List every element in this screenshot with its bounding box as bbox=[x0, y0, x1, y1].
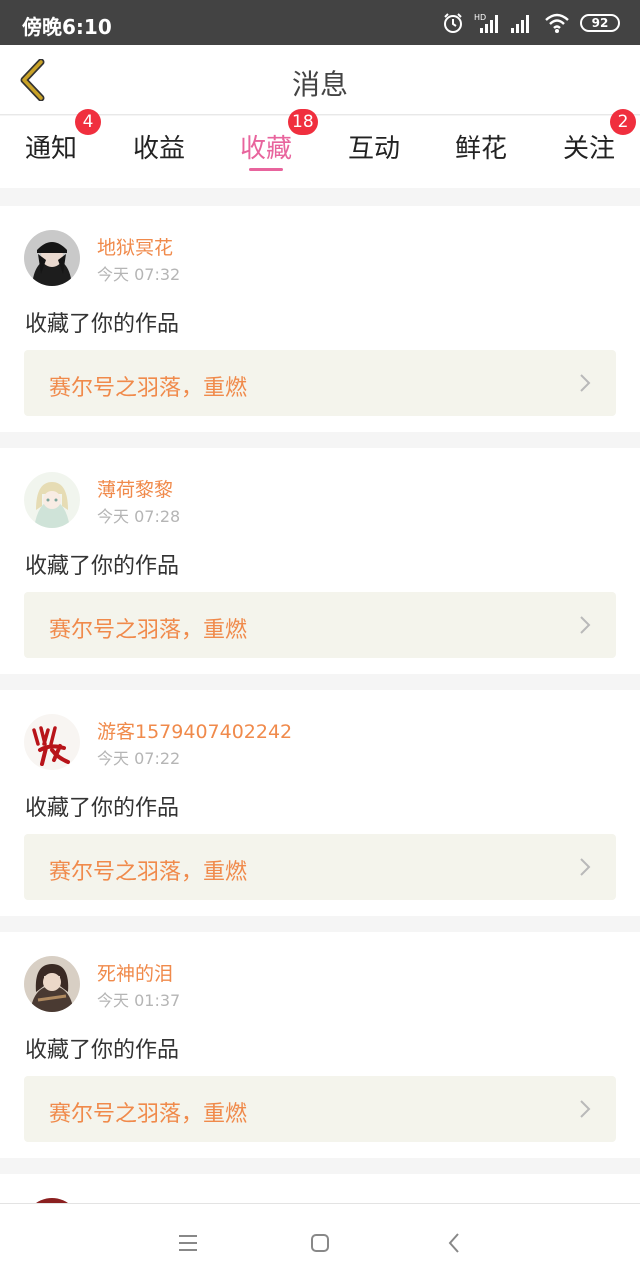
menu-icon bbox=[179, 1235, 197, 1251]
work-link[interactable]: 赛尔号之羽落，重燃 bbox=[24, 834, 616, 900]
badge-count: 18 bbox=[288, 109, 318, 135]
avatar[interactable] bbox=[24, 472, 80, 528]
status-icons: HD 92 bbox=[442, 10, 620, 36]
system-nav-bar bbox=[0, 1203, 640, 1280]
avatar[interactable] bbox=[24, 956, 80, 1012]
tab-bar: 通知 4 收益 收藏 18 互动 鲜花 关注 2 bbox=[0, 109, 640, 188]
timestamp: 今天 07:22 bbox=[97, 749, 181, 768]
status-bar: 傍晚6:10 HD 92 bbox=[0, 0, 640, 45]
avatar[interactable] bbox=[24, 230, 80, 286]
tab-label: 互动 bbox=[347, 134, 400, 164]
chevron-right-icon bbox=[580, 1100, 591, 1118]
work-link[interactable]: 赛尔号之羽落，重燃 bbox=[24, 592, 616, 658]
action-text: 收藏了你的作品 bbox=[25, 312, 180, 337]
signal-icon bbox=[511, 15, 529, 33]
tab-interactions[interactable]: 互动 bbox=[324, 116, 424, 188]
username[interactable]: 死神的泪 bbox=[97, 959, 173, 986]
battery-icon: 92 bbox=[580, 14, 620, 32]
tab-notifications[interactable]: 通知 4 bbox=[1, 109, 101, 188]
message-card: 薄荷黎黎 今天 07:28 收藏了你的作品 赛尔号之羽落，重燃 bbox=[0, 448, 640, 674]
work-title: 赛尔号之羽落，重燃 bbox=[49, 618, 248, 643]
tab-earnings[interactable]: 收益 bbox=[109, 116, 209, 188]
avatar[interactable] bbox=[24, 714, 80, 770]
hd-signal-icon: HD bbox=[474, 13, 498, 33]
back-icon bbox=[448, 1233, 459, 1253]
work-title: 赛尔号之羽落，重燃 bbox=[49, 376, 248, 401]
username[interactable]: 薄荷黎黎 bbox=[97, 475, 173, 502]
timestamp: 今天 01:37 bbox=[97, 991, 181, 1010]
username[interactable]: 地狱冥花 bbox=[97, 233, 173, 260]
timestamp: 今天 07:28 bbox=[97, 507, 181, 526]
chevron-right-icon bbox=[580, 858, 591, 876]
badge-count: 4 bbox=[75, 109, 101, 135]
tab-favorites[interactable]: 收藏 18 bbox=[216, 109, 318, 188]
action-text: 收藏了你的作品 bbox=[25, 796, 180, 821]
tab-follows[interactable]: 关注 2 bbox=[539, 109, 639, 188]
svg-text:HD: HD bbox=[474, 13, 486, 22]
work-title: 赛尔号之羽落，重燃 bbox=[49, 860, 248, 885]
home-icon bbox=[311, 1234, 329, 1252]
wifi-icon bbox=[545, 13, 569, 33]
tab-flowers[interactable]: 鲜花 bbox=[431, 116, 531, 188]
back-nav-button[interactable] bbox=[439, 1228, 469, 1258]
action-text: 收藏了你的作品 bbox=[25, 1038, 180, 1063]
tab-label: 鲜花 bbox=[454, 134, 507, 164]
work-link[interactable]: 赛尔号之羽落，重燃 bbox=[24, 350, 616, 416]
header: 消息 bbox=[0, 45, 640, 115]
chevron-right-icon bbox=[580, 374, 591, 392]
home-button[interactable] bbox=[305, 1228, 335, 1258]
message-card: 地狱冥花 今天 07:32 收藏了你的作品 赛尔号之羽落，重燃 bbox=[0, 206, 640, 432]
tab-label: 收益 bbox=[132, 134, 185, 164]
work-link[interactable]: 赛尔号之羽落，重燃 bbox=[24, 1076, 616, 1142]
username[interactable]: 游客1579407402242 bbox=[97, 717, 292, 744]
action-text: 收藏了你的作品 bbox=[25, 554, 180, 579]
badge-count: 2 bbox=[610, 109, 636, 135]
active-tab-indicator bbox=[249, 168, 283, 171]
timestamp: 今天 07:32 bbox=[97, 265, 181, 284]
alarm-icon bbox=[444, 13, 462, 33]
message-card: 游客1579407402242 今天 07:22 收藏了你的作品 赛尔号之羽落，… bbox=[0, 690, 640, 916]
page-title: 消息 bbox=[291, 68, 348, 101]
chevron-right-icon bbox=[580, 616, 591, 634]
work-title: 赛尔号之羽落，重燃 bbox=[49, 1102, 248, 1127]
status-time: 傍晚6:10 bbox=[22, 15, 112, 39]
menu-button[interactable] bbox=[173, 1228, 203, 1258]
message-card: 死神的泪 今天 01:37 收藏了你的作品 赛尔号之羽落，重燃 bbox=[0, 932, 640, 1158]
